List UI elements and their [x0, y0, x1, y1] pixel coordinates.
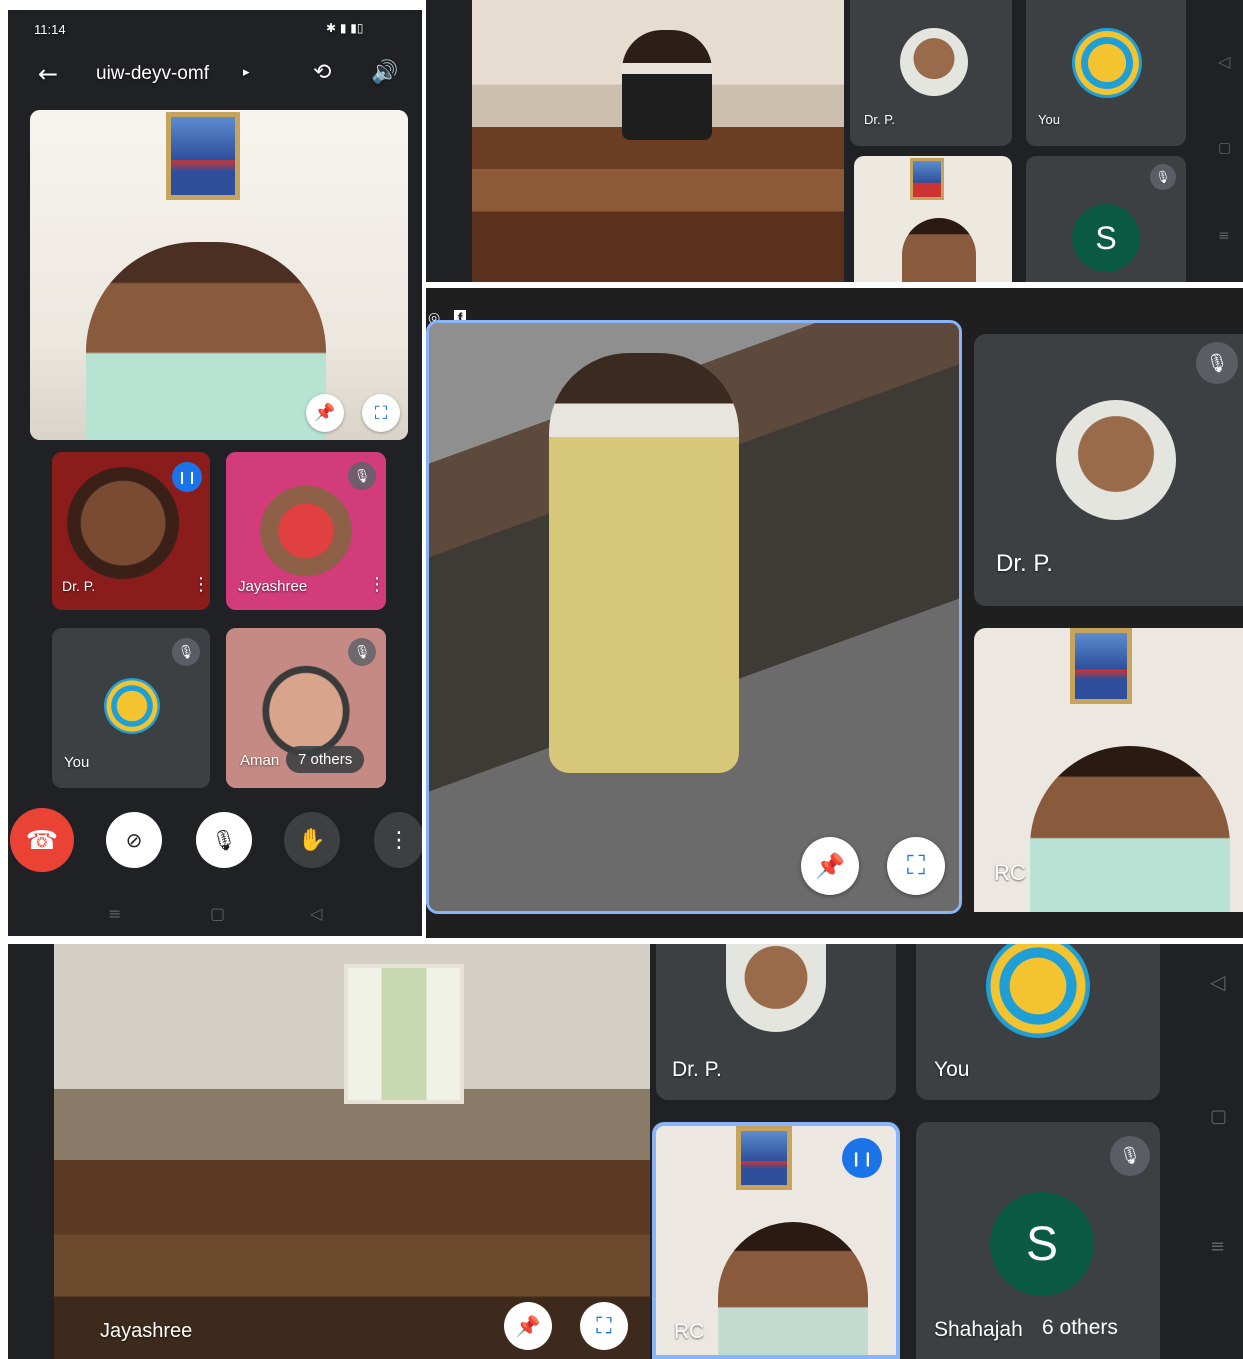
fullscreen-button[interactable]: ⛶ [580, 1302, 628, 1350]
participant-name: You [64, 754, 90, 771]
participant-video [1030, 746, 1230, 912]
participant-name: Dr. P. [62, 578, 96, 594]
others-count-pill[interactable]: 7 others [286, 746, 365, 773]
participant-tile-you[interactable]: 🎙 You [52, 628, 210, 788]
nav-back-icon[interactable]: ◁ [1218, 52, 1230, 71]
participant-name: RC [994, 860, 1026, 885]
participant-tile-rc[interactable]: ❙❙ RC [652, 1122, 900, 1359]
status-icons: ✱ ▮ ▮▯ [326, 21, 364, 35]
more-options-icon[interactable]: ⋮ [192, 574, 210, 595]
more-options-icon[interactable]: ⋮ [368, 574, 386, 595]
nav-recents-icon[interactable]: ≡ [1218, 228, 1230, 244]
mic-off-icon: 🎙 [348, 462, 376, 490]
switch-camera-icon[interactable]: ⟲ [313, 60, 331, 85]
nav-back-icon[interactable]: ◁ [310, 904, 322, 923]
tablet-top-panel: ❙❙ Dr. P. You 🎙 S ◁ ▢ ≡ [426, 0, 1243, 282]
pin-button[interactable]: 📌 [801, 837, 859, 895]
participant-tile-shahajah[interactable]: 🎙 S Shahajah 6 others [916, 1122, 1160, 1359]
speaker-icon[interactable]: 🔊 [371, 60, 398, 85]
participant-tile-you[interactable]: You [1026, 0, 1186, 146]
portrait-frame [166, 112, 240, 200]
participant-avatar [900, 28, 968, 96]
portrait-frame [910, 158, 944, 200]
main-classroom-tile[interactable]: Jayashree 📌 ⛶ [54, 944, 650, 1359]
tablet-bottom-panel: Jayashree 📌 ⛶ Dr. P. You ❙❙ RC 🎙 S Shaha… [8, 944, 1243, 1359]
speaking-indicator-icon: ❙❙ [842, 1138, 882, 1178]
classroom-video-tile[interactable]: ❙❙ [472, 0, 844, 282]
participant-initial-avatar: S [990, 1192, 1094, 1296]
participant-video [718, 1222, 868, 1355]
participant-name: Dr. P. [996, 550, 1053, 577]
participant-tile-aman[interactable]: 🎙 Aman 7 others [226, 628, 386, 788]
fullscreen-button[interactable]: ⛶ [887, 837, 945, 895]
nav-recents-icon[interactable]: ≡ [1210, 1236, 1225, 1257]
participant-video [902, 218, 976, 282]
participant-name: Shahajah [934, 1318, 1023, 1341]
fullscreen-button[interactable]: ⛶ [362, 394, 400, 432]
raise-hand-button[interactable]: ✋ [284, 812, 340, 868]
nav-home-icon[interactable]: ▢ [1210, 1106, 1227, 1127]
mic-off-icon: 🎙 [172, 638, 200, 666]
participant-avatar [1056, 400, 1176, 520]
more-options-button[interactable]: ⋮ [374, 812, 422, 868]
phone-meet-panel: 11:14 ✱ ▮ ▮▯ ← uiw-deyv-omf ▸ ⟲ 🔊 📌 ⛶ ❙❙… [8, 10, 422, 936]
student-figure [622, 30, 712, 140]
participant-tile-jayashree[interactable]: 🎙 Jayashree ⋮ [226, 452, 386, 610]
speaking-indicator-icon: ❙❙ [172, 462, 202, 492]
participant-name: You [1038, 112, 1060, 127]
pinned-classroom-tile[interactable]: 📌 ⛶ [426, 320, 962, 914]
back-arrow-icon[interactable]: ← [38, 60, 58, 88]
portrait-frame [1070, 628, 1132, 704]
participant-name: RC [674, 1320, 705, 1343]
pin-button[interactable]: 📌 [504, 1302, 552, 1350]
others-count-pill[interactable]: 6 others [1028, 1310, 1132, 1346]
nav-home-icon[interactable]: ▢ [1218, 140, 1231, 156]
meeting-code[interactable]: uiw-deyv-omf [96, 63, 209, 85]
user-logo-avatar [104, 678, 160, 734]
student-figure [549, 353, 739, 773]
portrait-frame [736, 1126, 792, 1190]
status-time: 11:14 [34, 22, 66, 37]
participant-tile-dr-p[interactable]: ❙❙ Dr. P. ⋮ [52, 452, 210, 610]
nav-home-icon[interactable]: ▢ [210, 904, 225, 923]
participant-tile-rc[interactable]: RC [974, 628, 1243, 912]
participant-tile-dr-p[interactable]: 🎙 Dr. P. [974, 334, 1243, 606]
mic-off-icon: 🎙 [1150, 164, 1176, 190]
camera-off-button[interactable]: ⊘ [106, 812, 162, 868]
user-logo-avatar [986, 944, 1090, 1038]
mic-off-icon: 🎙 [1110, 1136, 1150, 1176]
main-video-tile[interactable]: 📌 ⛶ [30, 110, 408, 440]
pin-button[interactable]: 📌 [306, 394, 344, 432]
participant-avatar [726, 944, 826, 1032]
participant-name: Dr. P. [672, 1058, 722, 1081]
participant-initial-avatar: S [1072, 204, 1140, 272]
participant-tile-dr-p[interactable]: Dr. P. [656, 944, 896, 1100]
nav-back-icon[interactable]: ◁ [1210, 970, 1225, 994]
meeting-info-caret-icon[interactable]: ▸ [243, 65, 250, 80]
participant-name: You [934, 1058, 970, 1081]
participant-tile-rc[interactable] [854, 156, 1012, 282]
participant-tile-you[interactable]: You [916, 944, 1160, 1100]
user-logo-avatar [1072, 28, 1142, 98]
person-video [86, 242, 326, 440]
main-participant-name: Jayashree [100, 1320, 193, 1342]
nav-recents-icon[interactable]: ≡ [108, 904, 121, 923]
participant-name: Dr. P. [864, 112, 895, 127]
tablet-middle-panel: ◎ f 📌 ⛶ 🎙 Dr. P. RC [426, 288, 1243, 938]
participant-name: Aman [240, 752, 280, 769]
participant-name: Jayashree [238, 578, 308, 595]
classroom-window [344, 964, 464, 1104]
mic-off-icon: 🎙 [1196, 342, 1238, 384]
mic-off-button[interactable]: 🎙 [196, 812, 252, 868]
end-call-button[interactable]: ☎ [10, 808, 74, 872]
participant-tile-shahajah[interactable]: 🎙 S [1026, 156, 1186, 282]
participant-tile-dr-p[interactable]: Dr. P. [850, 0, 1012, 146]
mic-off-icon: 🎙 [348, 638, 376, 666]
